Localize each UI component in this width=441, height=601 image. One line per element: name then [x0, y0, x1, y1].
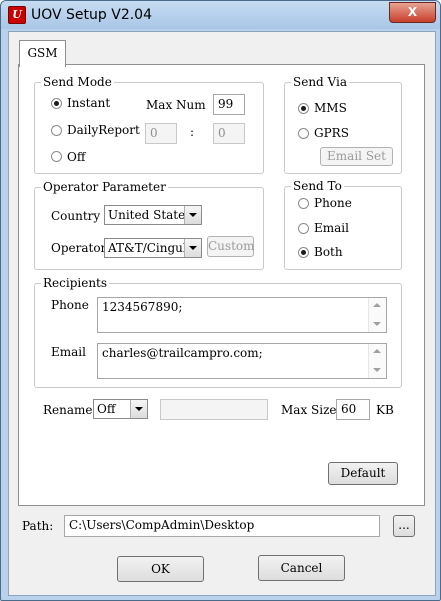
phone-field-label: Phone — [51, 298, 89, 312]
max-num-label: Max Num — [146, 98, 206, 112]
recipients-legend: Recipients — [41, 276, 110, 290]
rename-value: Off — [97, 402, 116, 416]
country-value: United States — [108, 208, 192, 222]
operator-parameter-legend: Operator Parameter — [41, 180, 168, 194]
both-option-label: Both — [314, 245, 343, 259]
phone-field-value: 1234567890; — [102, 300, 183, 314]
gprs-label: GPRS — [314, 126, 349, 140]
daily-minute-input[interactable]: 0 — [213, 123, 245, 144]
path-label: Path: — [22, 519, 54, 533]
country-select[interactable]: United States — [104, 205, 202, 225]
app-icon: U — [8, 6, 26, 24]
chevron-down-icon — [184, 206, 201, 224]
max-num-input[interactable]: 99 — [213, 94, 245, 115]
max-size-label: Max Size — [281, 403, 337, 417]
radio-phone[interactable] — [298, 198, 309, 209]
operator-value: AT&T/Cingul — [108, 241, 187, 255]
rename-text-input[interactable] — [160, 399, 268, 420]
chevron-down-icon — [130, 400, 147, 418]
max-size-input[interactable]: 60 — [336, 399, 370, 420]
country-label: Country — [51, 209, 101, 223]
custom-button[interactable]: Custom — [207, 236, 255, 257]
email-option-label: Email — [314, 221, 349, 235]
phone-field[interactable]: 1234567890; — [97, 297, 387, 333]
chevron-down-icon — [184, 239, 201, 257]
email-field-label: Email — [51, 345, 86, 359]
send-to-legend: Send To — [291, 179, 344, 193]
close-button[interactable]: X — [389, 2, 436, 23]
radio-instant[interactable] — [51, 98, 62, 109]
dailyreport-label: DailyReport — [67, 123, 140, 137]
send-mode-legend: Send Mode — [41, 75, 114, 89]
email-field-value: charles@trailcampro.com; — [102, 346, 263, 360]
radio-both[interactable] — [298, 247, 309, 258]
ok-button[interactable]: OK — [117, 556, 204, 582]
radio-email[interactable] — [298, 223, 309, 234]
radio-mms[interactable] — [298, 103, 309, 114]
browse-button[interactable]: ... — [393, 515, 415, 537]
radio-dailyreport[interactable] — [51, 125, 62, 136]
operator-select[interactable]: AT&T/Cingul — [104, 238, 202, 258]
max-size-unit: KB — [376, 403, 394, 417]
tab-gsm[interactable]: GSM — [19, 40, 66, 67]
operator-label: Operator — [51, 241, 107, 255]
radio-gprs[interactable] — [298, 128, 309, 139]
cancel-button[interactable]: Cancel — [258, 555, 345, 581]
rename-select[interactable]: Off — [93, 399, 148, 419]
phone-option-label: Phone — [314, 196, 352, 210]
send-via-legend: Send Via — [291, 75, 349, 89]
path-input[interactable]: C:\Users\CompAdmin\Desktop — [64, 515, 380, 537]
instant-label: Instant — [67, 96, 111, 110]
phone-scrollbar[interactable] — [368, 298, 386, 332]
daily-hour-input[interactable]: 0 — [145, 123, 177, 144]
title-bar[interactable]: U UOV Setup V2.04 X — [1, 1, 440, 29]
email-field[interactable]: charles@trailcampro.com; — [97, 343, 387, 379]
radio-off[interactable] — [51, 151, 62, 162]
rename-label: Rename — [43, 403, 93, 417]
time-separator: : — [190, 125, 195, 139]
default-button[interactable]: Default — [328, 462, 398, 485]
off-label: Off — [67, 150, 86, 164]
mms-label: MMS — [314, 101, 347, 115]
email-scrollbar[interactable] — [368, 344, 386, 378]
window-title: UOV Setup V2.04 — [31, 7, 152, 23]
email-set-button[interactable]: Email Set — [320, 147, 393, 166]
